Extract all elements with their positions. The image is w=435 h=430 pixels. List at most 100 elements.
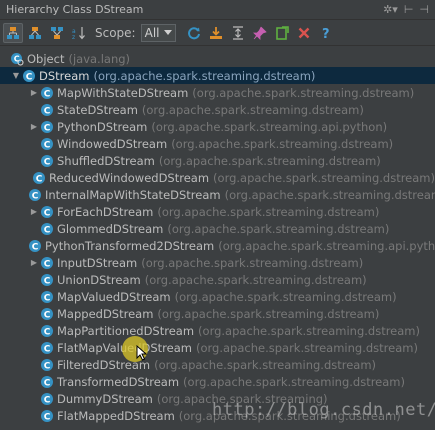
- class-icon: C: [40, 409, 54, 423]
- tree-child-name: ShuffledDStream: [57, 153, 155, 168]
- svg-text:C: C: [26, 72, 33, 82]
- tree-child-name: InputDStream: [57, 255, 138, 270]
- tree-child-name: GlommedDStream: [57, 221, 164, 236]
- svg-text:C: C: [44, 259, 51, 269]
- svg-text:C: C: [44, 123, 51, 133]
- svg-text:C: C: [44, 225, 51, 235]
- tree-child-row[interactable]: ▶ C MapWithStateDStream (org.apache.spark.s…: [0, 84, 435, 101]
- class-hierarchy-button[interactable]: [3, 22, 23, 43]
- help-button[interactable]: ?: [316, 23, 336, 43]
- svg-text:C: C: [44, 361, 51, 371]
- tree-child-package: (org.apache.spark.streaming.api.python): [218, 238, 435, 253]
- tree-child-name: MappedDStream: [57, 306, 154, 321]
- tree-child-package: (org.apache.spark.streaming.dstream): [195, 340, 418, 355]
- class-icon: C: [32, 171, 46, 185]
- supertypes-hierarchy-button[interactable]: [47, 23, 67, 43]
- subtypes-hierarchy-button[interactable]: [25, 23, 45, 43]
- subtypes-hierarchy-icon: [29, 26, 41, 39]
- class-icon: C: [40, 392, 54, 406]
- tree-child-row[interactable]: C ShuffledDStream (org.apache.spark.stream…: [0, 152, 435, 169]
- tree-child-name: FlatMappedDStream: [57, 408, 175, 423]
- svg-text:C: C: [44, 327, 51, 337]
- class-icon: C: [40, 205, 54, 219]
- help-icon: ?: [322, 27, 330, 40]
- class-icon: C: [40, 256, 54, 270]
- export-button[interactable]: [206, 23, 226, 43]
- title-bar: Hierarchy Class DStream ✲▾ ⊢ ⊣: [0, 0, 435, 20]
- tree-child-row[interactable]: ▶ C ForEachDStream (org.apache.spark.stream…: [0, 203, 435, 220]
- svg-text:C: C: [44, 89, 51, 99]
- class-icon: C: [40, 222, 54, 236]
- tree-child-name: MapWithStateDStream: [57, 85, 189, 100]
- tree-child-row[interactable]: C TransformedDStream (org.apache.spark.str…: [0, 373, 435, 390]
- tree-child-name: DummyDStream: [57, 391, 153, 406]
- open-editor-icon: [275, 25, 289, 40]
- tree-child-row[interactable]: C MapPartitionedDStream (org.apache.spark.…: [0, 322, 435, 339]
- tree-child-name: ForEachDStream: [57, 204, 154, 219]
- tree-child-package: (org.apache.spark.streaming.dstream): [158, 153, 381, 168]
- sort-alphabetically-button[interactable]: a z: [69, 23, 89, 43]
- svg-text:C: C: [44, 344, 51, 354]
- tree-child-name: InternalMapWithStateDStream: [45, 187, 221, 202]
- pin-tab-button[interactable]: [250, 23, 270, 43]
- tree-child-name: PythonTransformed2DStream: [45, 238, 215, 253]
- tree-selected-name: DStream: [39, 68, 90, 83]
- tree-child-row[interactable]: C PythonTransformed2DStream (org.apache.sp…: [0, 237, 435, 254]
- tree-child-package: (org.apache.spark.streaming.dstream): [192, 85, 415, 100]
- tree-child-row[interactable]: ▶ C InputDStream (org.apache.spark.streamin…: [0, 254, 435, 271]
- tree-child-name: WindowedDStream: [57, 136, 168, 151]
- tree-child-package: (org.apache.spark.streaming.dstream): [157, 306, 380, 321]
- tree-child-package: (org.apache.spark.streaming.dstream): [157, 204, 380, 219]
- scope-dropdown[interactable]: All: [140, 23, 176, 42]
- open-in-editor-button[interactable]: [272, 23, 292, 43]
- svg-text:C: C: [44, 140, 51, 150]
- collapsed-arrow-icon[interactable]: ▶: [28, 88, 40, 97]
- collapsed-arrow-icon[interactable]: ▶: [28, 258, 40, 267]
- tree-selected-row[interactable]: ▼ C DStream (org.apache.spark.streaming.…: [0, 67, 435, 84]
- tree-child-row[interactable]: C StateDStream (org.apache.spark.streaming…: [0, 101, 435, 118]
- tree-child-row[interactable]: C GlommedDStream (org.apache.spark.streami…: [0, 220, 435, 237]
- class-icon: C: [40, 120, 54, 134]
- tree-root-package: (java.lang): [68, 51, 131, 66]
- scope-label: Scope:: [95, 25, 136, 40]
- tree-child-row[interactable]: C DummyDStream (org.apache.spark.streaming…: [0, 390, 435, 407]
- class-icon: C: [40, 290, 54, 304]
- class-icon: C: [40, 86, 54, 100]
- tree-child-row[interactable]: ▶ C PythonDStream (org.apache.spark.streami…: [0, 118, 435, 135]
- class-with-search-icon: C: [10, 52, 24, 66]
- class-icon: C: [28, 239, 42, 253]
- tree-root-row[interactable]: C Object (java.lang): [0, 50, 435, 67]
- tree-child-package: (org.apache.spark.streaming.dstream): [178, 408, 401, 423]
- tree-selected-package: (org.apache.spark.streaming.dstream): [93, 68, 316, 83]
- tree-child-row[interactable]: C UnionDStream (org.apache.spark.streaming…: [0, 271, 435, 288]
- collapsed-arrow-icon[interactable]: ▶: [28, 207, 40, 216]
- tree-child-row[interactable]: C MapValuedDStream (org.apache.spark.strea…: [0, 288, 435, 305]
- tree-child-name: FlatMapValuedDStream: [57, 340, 192, 355]
- sort-alpha-icon: a z: [72, 26, 85, 40]
- tree-child-row[interactable]: C FlatMapValuedDStream (org.apache.spark.s…: [0, 339, 435, 356]
- pin-icon[interactable]: ⊢: [404, 3, 414, 16]
- tree-child-package: (org.apache.spark.streaming.dstream): [213, 170, 435, 185]
- svg-text:C: C: [44, 106, 51, 116]
- tree-child-package: (org.apache.spark.streaming.dstream): [154, 357, 377, 372]
- svg-text:C: C: [32, 191, 39, 201]
- collapse-all-button[interactable]: [228, 23, 248, 43]
- tree-child-package: (org.apache.spark.streaming.dstream): [141, 102, 364, 117]
- hide-panel-icon[interactable]: ⊣: [419, 3, 429, 16]
- collapsed-arrow-icon[interactable]: ▶: [28, 122, 40, 131]
- close-hierarchy-button[interactable]: [294, 23, 314, 43]
- tree-child-package: (org.apache.spark.streaming.dstream): [174, 289, 397, 304]
- chevron-down-icon: [163, 29, 172, 35]
- class-icon: C: [40, 154, 54, 168]
- tree-child-row[interactable]: C FilteredDStream (org.apache.spark.stream…: [0, 356, 435, 373]
- collapse-all-icon: [232, 25, 243, 40]
- tree-child-row[interactable]: C MappedDStream (org.apache.spark.streamin…: [0, 305, 435, 322]
- refresh-button[interactable]: [184, 23, 204, 43]
- tree-child-package: (org.apache.spark.streaming.dstream): [224, 187, 435, 202]
- tree-child-row[interactable]: C FlatMappedDStream (org.apache.spark.stre…: [0, 407, 435, 424]
- tree-child-row[interactable]: C ReducedWindowedDStream (org.apache.spark…: [0, 169, 435, 186]
- settings-gear-icon[interactable]: ✲▾: [383, 3, 398, 16]
- tree-child-row[interactable]: C InternalMapWithStateDStream (org.apache.…: [0, 186, 435, 203]
- expanded-arrow-icon[interactable]: ▼: [10, 71, 22, 80]
- tree-child-row[interactable]: C WindowedDStream (org.apache.spark.stream…: [0, 135, 435, 152]
